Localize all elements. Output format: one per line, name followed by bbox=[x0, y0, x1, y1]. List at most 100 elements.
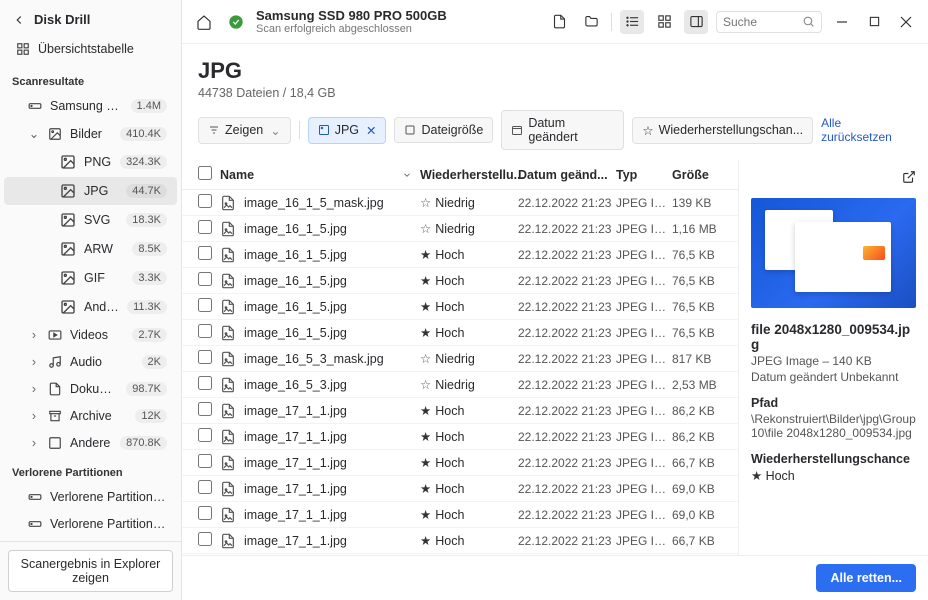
table-row[interactable]: image_16_1_5.jpg ★Hoch 22.12.2022 21:23 … bbox=[182, 242, 738, 268]
sidebar-item-gif[interactable]: GIF3.3K bbox=[4, 264, 177, 292]
table-row[interactable]: image_17_1_1.jpg ★Hoch 22.12.2022 21:23 … bbox=[182, 502, 738, 528]
preview-toggle-button[interactable] bbox=[684, 10, 708, 34]
sidebar-item-label: SVG bbox=[84, 213, 118, 227]
row-checkbox[interactable] bbox=[198, 454, 212, 468]
sidebar-item-andere[interactable]: ›Andere870.8K bbox=[4, 430, 177, 456]
table-row[interactable]: image_17_1_1.jpg ★Hoch 22.12.2022 21:23 … bbox=[182, 476, 738, 502]
search-input[interactable] bbox=[723, 15, 796, 29]
recover-all-button[interactable]: Alle retten... bbox=[816, 564, 916, 592]
file-date: 22.12.2022 21:23 bbox=[518, 482, 616, 496]
table-row[interactable]: image_17_1_1.jpg ★Hoch 22.12.2022 21:23 … bbox=[182, 528, 738, 554]
home-button[interactable] bbox=[192, 10, 216, 34]
chip-recovery[interactable]: ☆Wiederherstellungschan... bbox=[632, 117, 813, 144]
page-subtitle: 44738 Dateien / 18,4 GB bbox=[198, 86, 912, 100]
calendar-icon bbox=[511, 124, 523, 136]
chevron-right-icon: › bbox=[28, 409, 40, 423]
lost-partition-item[interactable]: Verlorene Partition 1 (FAT32) bbox=[4, 484, 177, 510]
sidebar-item-audio[interactable]: ›Audio2K bbox=[4, 349, 177, 375]
preview-path-label: Pfad bbox=[751, 396, 916, 410]
sidebar-item-count: 870.8K bbox=[120, 436, 167, 450]
sidebar-item-count: 3.3K bbox=[132, 271, 167, 285]
star-icon: ★ bbox=[420, 533, 431, 548]
folder-view-button[interactable] bbox=[579, 10, 603, 34]
table-row[interactable]: image_16_5_3_mask.jpg ☆Niedrig 22.12.202… bbox=[182, 346, 738, 372]
sidebar-item-label: Videos bbox=[70, 328, 124, 342]
open-external-button[interactable] bbox=[902, 170, 916, 187]
sidebar-item-jpg[interactable]: JPG44.7K bbox=[4, 177, 177, 205]
row-checkbox[interactable] bbox=[198, 480, 212, 494]
row-checkbox[interactable] bbox=[198, 532, 212, 546]
table-row[interactable]: image_17_1_1.jpg ★Hoch 22.12.2022 21:23 … bbox=[182, 424, 738, 450]
file-date: 22.12.2022 21:23 bbox=[518, 300, 616, 314]
file-type: JPEG Im... bbox=[616, 300, 672, 314]
sidebar-scroll: Samsung SSD 980 PR... 1.4M ⌄ Bilder 410.… bbox=[0, 92, 181, 541]
row-checkbox[interactable] bbox=[198, 298, 212, 312]
row-checkbox[interactable] bbox=[198, 194, 212, 208]
file-view-button[interactable] bbox=[547, 10, 571, 34]
sidebar-item-label: JPG bbox=[84, 184, 118, 198]
file-date: 22.12.2022 21:23 bbox=[518, 404, 616, 418]
minimize-button[interactable] bbox=[830, 10, 854, 34]
star-icon: ★ bbox=[420, 507, 431, 522]
table-row[interactable]: image_16_1_5.jpg ☆Niedrig 22.12.2022 21:… bbox=[182, 216, 738, 242]
row-checkbox[interactable] bbox=[198, 376, 212, 390]
table-row[interactable]: image_16_1_5.jpg ★Hoch 22.12.2022 21:23 … bbox=[182, 268, 738, 294]
sidebar-item-videos[interactable]: ›Videos2.7K bbox=[4, 322, 177, 348]
star-icon: ☆ bbox=[420, 221, 431, 236]
reset-filters[interactable]: Alle zurücksetzen bbox=[821, 116, 912, 144]
table-row[interactable]: image_16_1_5.jpg ★Hoch 22.12.2022 21:23 … bbox=[182, 294, 738, 320]
list-view-button[interactable] bbox=[620, 10, 644, 34]
col-name[interactable]: Name bbox=[220, 168, 420, 182]
lost-partition-item[interactable]: Verlorene Partition NO NAM... bbox=[4, 511, 177, 537]
row-checkbox[interactable] bbox=[198, 220, 212, 234]
sort-icon bbox=[402, 170, 412, 180]
sidebar-item-arw[interactable]: ARW8.5K bbox=[4, 235, 177, 263]
partition-label: Verlorene Partition 1 (FAT32) bbox=[50, 490, 167, 504]
table-row[interactable]: image_16_1_5_mask.jpg ☆Niedrig 22.12.202… bbox=[182, 190, 738, 216]
sidebar-item-archive[interactable]: ›Archive12K bbox=[4, 403, 177, 429]
jpg-file-icon bbox=[220, 247, 236, 263]
row-checkbox[interactable] bbox=[198, 506, 212, 520]
row-checkbox[interactable] bbox=[198, 350, 212, 364]
search-box[interactable] bbox=[716, 11, 822, 33]
sidebar-item-png[interactable]: PNG324.3K bbox=[4, 148, 177, 176]
row-checkbox[interactable] bbox=[198, 272, 212, 286]
table-row[interactable]: image_16_1_5.jpg ★Hoch 22.12.2022 21:23 … bbox=[182, 320, 738, 346]
chip-show[interactable]: Zeigen⌄ bbox=[198, 117, 291, 144]
recovery-text: Hoch bbox=[435, 482, 464, 496]
table-row[interactable]: image_17_1_1.jpg ★Hoch 22.12.2022 21:23 … bbox=[182, 450, 738, 476]
grid-view-button[interactable] bbox=[652, 10, 676, 34]
select-all-checkbox[interactable] bbox=[198, 166, 212, 180]
table-row[interactable]: image_16_5_3.jpg ☆Niedrig 22.12.2022 21:… bbox=[182, 372, 738, 398]
row-checkbox[interactable] bbox=[198, 324, 212, 338]
table-row[interactable]: image_17_1_1.jpg ★Hoch 22.12.2022 21:23 … bbox=[182, 398, 738, 424]
remove-icon[interactable]: ✕ bbox=[366, 123, 376, 138]
col-size[interactable]: Größe bbox=[672, 168, 730, 182]
image-icon bbox=[60, 183, 76, 199]
sidebar-item-andere[interactable]: Andere11.3K bbox=[4, 293, 177, 321]
row-checkbox[interactable] bbox=[198, 246, 212, 260]
close-button[interactable] bbox=[894, 10, 918, 34]
back-icon[interactable] bbox=[12, 13, 26, 27]
col-date[interactable]: Datum geänd... bbox=[518, 168, 616, 182]
chip-jpg[interactable]: JPG✕ bbox=[308, 117, 387, 144]
file-type: JPEG Im... bbox=[616, 404, 672, 418]
maximize-button[interactable] bbox=[862, 10, 886, 34]
other-icon bbox=[48, 436, 62, 450]
chip-size[interactable]: Dateigröße bbox=[394, 117, 493, 143]
sidebar-item-bilder[interactable]: ⌄ Bilder 410.4K bbox=[4, 120, 177, 147]
sidebar-device[interactable]: Samsung SSD 980 PR... 1.4M bbox=[4, 93, 177, 119]
preview-recovery: ★ Hoch bbox=[751, 468, 916, 483]
image-icon bbox=[60, 299, 76, 315]
row-checkbox[interactable] bbox=[198, 402, 212, 416]
chip-date[interactable]: Datum geändert bbox=[501, 110, 624, 150]
show-in-explorer-button[interactable]: Scanergebnis in Explorer zeigen bbox=[8, 550, 173, 592]
col-type[interactable]: Typ bbox=[616, 168, 672, 182]
sidebar-item-svg[interactable]: SVG18.3K bbox=[4, 206, 177, 234]
overview-link[interactable]: Übersichtstabelle bbox=[4, 36, 177, 62]
col-recovery[interactable]: Wiederherstellu... bbox=[420, 168, 518, 182]
row-checkbox[interactable] bbox=[198, 428, 212, 442]
chip-label: Zeigen bbox=[225, 123, 263, 137]
content-area: Name Wiederherstellu... Datum geänd... T… bbox=[182, 160, 928, 555]
sidebar-item-dokumente[interactable]: ›Dokumente98.7K bbox=[4, 376, 177, 402]
